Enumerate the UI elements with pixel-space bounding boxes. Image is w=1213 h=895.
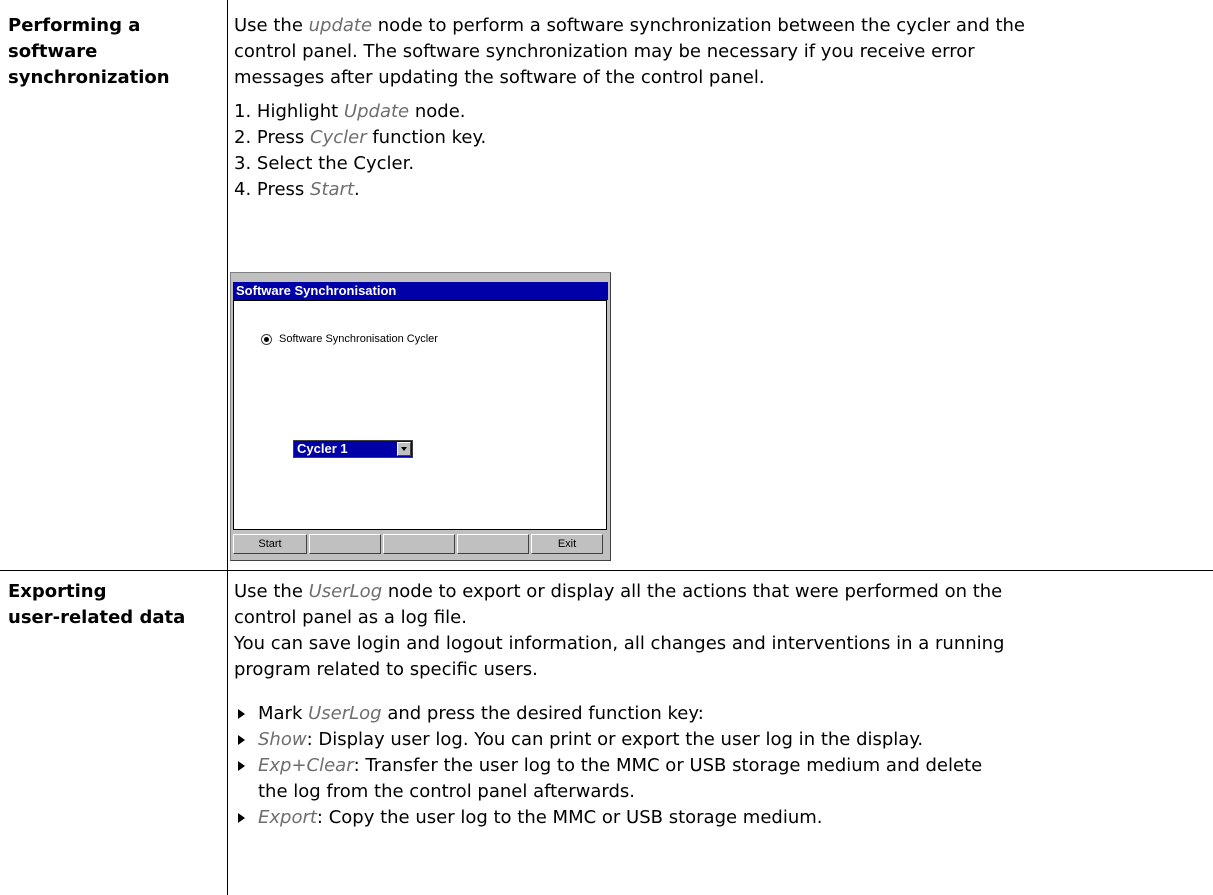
instruction-emphasis: Show — [258, 729, 307, 750]
radio-option-sync-cycler[interactable]: Software Synchronisation Cycler — [261, 333, 438, 345]
step-text: . — [354, 179, 360, 200]
step-emphasis: Cycler — [310, 127, 367, 148]
cycler-select-value: Cycler 1 — [297, 441, 348, 456]
intro-text: control panel as a log file. — [234, 607, 467, 628]
triangle-bullet-icon — [238, 761, 245, 771]
intro-text: Use the — [234, 581, 309, 602]
intro-paragraph: Use the UserLog node to export or displa… — [234, 579, 1206, 683]
section-body-exporting: Use the UserLog node to export or displa… — [234, 579, 1206, 831]
column-divider — [227, 0, 228, 895]
section-label-line: Exporting — [8, 581, 107, 602]
instruction-list: Mark UserLog and press the desired funct… — [234, 701, 1206, 831]
triangle-bullet-icon — [238, 735, 245, 745]
step-number: 2. — [234, 127, 252, 148]
section-label-line: user-related data — [8, 607, 186, 628]
section-label-exporting: Exporting user-related data — [8, 579, 222, 631]
dialog-title: Software Synchronisation — [233, 282, 608, 300]
instruction-text: : Transfer the user log to the MMC or US… — [353, 755, 983, 776]
instruction-item: Show: Display user log. You can print or… — [234, 727, 1206, 753]
intro-text: node to export or display all the action… — [382, 581, 1003, 602]
intro-text: You can save login and logout informatio… — [234, 633, 1005, 654]
intro-paragraph: Use the update node to perform a softwar… — [234, 13, 1206, 91]
intro-text: messages after updating the software of … — [234, 67, 765, 88]
instruction-emphasis: Export — [258, 807, 317, 828]
section-label-line: synchronization — [8, 67, 170, 88]
function-key-4[interactable] — [457, 534, 529, 554]
node-name-userlog: UserLog — [308, 581, 383, 602]
instruction-item: Mark UserLog and press the desired funct… — [234, 701, 1206, 727]
step-emphasis: Start — [310, 179, 355, 200]
step-emphasis: Update — [343, 101, 410, 122]
section-divider — [0, 570, 1213, 571]
step-number: 1. — [234, 101, 252, 122]
chevron-down-icon[interactable] — [397, 442, 411, 456]
step-text: Press — [256, 179, 311, 200]
step-item: 2. Press Cycler function key. — [234, 125, 1206, 151]
section-label-line: software — [8, 41, 98, 62]
intro-text: program related to specific users. — [234, 659, 538, 680]
intro-text: node to perform a software synchronizati… — [372, 15, 1026, 36]
step-item: 3. Select the Cycler. — [234, 151, 1206, 177]
step-text: function key. — [366, 127, 487, 148]
dialog-body: Software Synchronisation Cycler Cycler 1 — [233, 300, 607, 530]
section-label-line: Performing a — [8, 15, 141, 36]
instruction-text: Mark — [258, 703, 309, 724]
step-text: node. — [409, 101, 466, 122]
step-item: 4. Press Start. — [234, 177, 1206, 203]
step-number: 3. — [234, 153, 252, 174]
exit-button[interactable]: Exit — [531, 534, 603, 554]
start-button[interactable]: Start — [233, 534, 307, 554]
instruction-text: : Copy the user log to the MMC or USB st… — [316, 807, 823, 828]
triangle-bullet-icon — [238, 709, 245, 719]
step-number: 4. — [234, 179, 252, 200]
step-item: 1. Highlight Update node. — [234, 99, 1206, 125]
intro-text: Use the — [234, 15, 309, 36]
function-key-2[interactable] — [309, 534, 381, 554]
node-name-update: update — [308, 15, 373, 36]
manual-page: Performing a software synchronization Us… — [0, 0, 1213, 895]
section-label-software-sync: Performing a software synchronization — [8, 13, 222, 91]
step-text: Select the Cycler. — [256, 153, 415, 174]
cycler-select[interactable]: Cycler 1 — [293, 440, 413, 458]
instruction-text: and press the desired function key: — [381, 703, 704, 724]
section-body-software-sync: Use the update node to perform a softwar… — [234, 13, 1206, 203]
instruction-text: the log from the control panel afterward… — [258, 781, 636, 802]
radio-label: Software Synchronisation Cycler — [279, 333, 438, 345]
instruction-emphasis: Exp+Clear — [258, 755, 354, 776]
step-text: Press — [256, 127, 311, 148]
radio-selected-icon[interactable] — [261, 333, 272, 345]
intro-text: control panel. The software synchronizat… — [234, 41, 975, 62]
triangle-bullet-icon — [238, 813, 245, 823]
function-key-bar: Start Exit — [233, 534, 607, 556]
software-sync-dialog: Software Synchronisation Software Synchr… — [230, 272, 611, 561]
function-key-3[interactable] — [383, 534, 455, 554]
instruction-text: : Display user log. You can print or exp… — [306, 729, 924, 750]
instruction-emphasis: UserLog — [308, 703, 382, 724]
step-text: Highlight — [256, 101, 344, 122]
instruction-item: Exp+Clear: Transfer the user log to the … — [234, 753, 1206, 805]
instruction-item: Export: Copy the user log to the MMC or … — [234, 805, 1206, 831]
steps-list: 1. Highlight Update node. 2. Press Cycle… — [234, 99, 1206, 203]
